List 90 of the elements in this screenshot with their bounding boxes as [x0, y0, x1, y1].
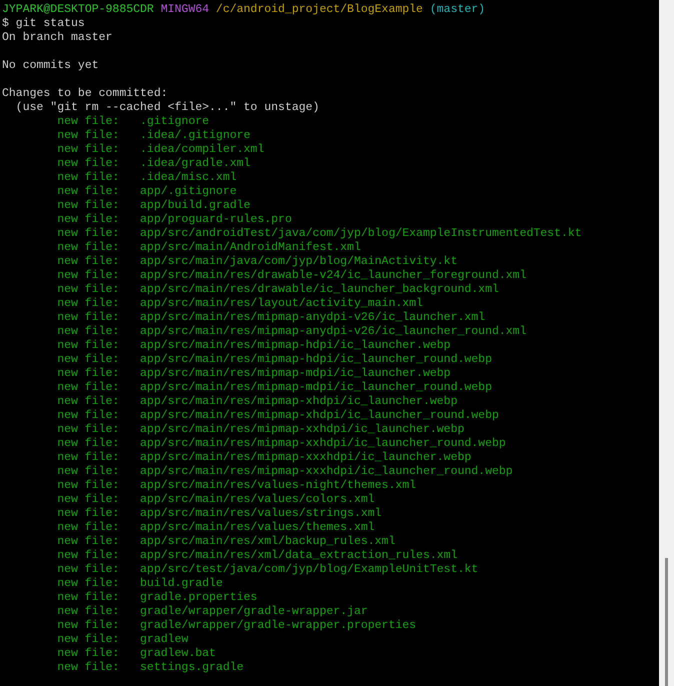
file-path: app/src/main/res/mipmap-hdpi/ic_launcher.webp [140, 339, 451, 353]
file-status: new file: [57, 129, 120, 143]
file-path: app/.gitignore [140, 185, 237, 199]
file-path: app/src/main/res/mipmap-xhdpi/ic_launcher.webp [140, 395, 458, 409]
file-path: app/src/main/res/mipmap-xxhdpi/ic_launcher_round.webp [140, 437, 506, 451]
file-status: new file: [57, 577, 120, 591]
file-path: .idea/.gitignore [140, 129, 250, 143]
file-path: gradle/wrapper/gradle-wrapper.properties [140, 619, 416, 633]
file-status: new file: [57, 115, 120, 129]
file-path: app/src/main/res/mipmap-mdpi/ic_launcher.webp [140, 367, 451, 381]
file-path: app/src/main/res/xml/data_extraction_rules.xml [140, 549, 458, 563]
file-path: app/src/main/res/drawable/ic_launcher_background.xml [140, 283, 499, 297]
file-path: app/src/main/java/com/jyp/blog/MainActivity.kt [140, 255, 458, 269]
file-path: app/src/main/res/values/strings.xml [140, 507, 382, 521]
file-status: new file: [57, 255, 120, 269]
file-status: new file: [57, 507, 120, 521]
file-path: gradle.properties [140, 591, 258, 605]
file-status: new file: [57, 409, 120, 423]
file-status: new file: [57, 283, 120, 297]
file-path: app/src/main/res/values-night/themes.xml [140, 479, 416, 493]
file-path: app/src/main/res/mipmap-xxxhdpi/ic_launcher_round.webp [140, 465, 513, 479]
output-line: Changes to be committed: [2, 87, 168, 101]
file-path: app/src/main/res/mipmap-anydpi-v26/ic_launcher.xml [140, 311, 486, 325]
file-status: new file: [57, 493, 120, 507]
prompt-system: MINGW64 [160, 3, 210, 17]
file-path: app/src/main/res/layout/activity_main.xml [140, 297, 423, 311]
file-path: .idea/compiler.xml [140, 143, 264, 157]
file-status: new file: [57, 549, 120, 563]
file-path: app/src/main/res/mipmap-xxxhdpi/ic_launcher.webp [140, 451, 472, 465]
file-path: app/src/test/java/com/jyp/blog/ExampleUnitTest.kt [140, 563, 478, 577]
file-status: new file: [57, 423, 120, 437]
file-status: new file: [57, 157, 120, 171]
output-line: No commits yet [2, 59, 99, 73]
file-status: new file: [57, 619, 120, 633]
file-path: .idea/misc.xml [140, 171, 237, 185]
file-status: new file: [57, 353, 120, 367]
file-status: new file: [57, 297, 120, 311]
file-status: new file: [57, 311, 120, 325]
file-path: build.gradle [140, 577, 223, 591]
output-line: On branch master [2, 31, 112, 45]
command-line: $ git status [2, 17, 85, 31]
prompt-path: /c/android_project/BlogExample [216, 3, 423, 17]
file-path: app/src/main/res/values/themes.xml [140, 521, 375, 535]
file-status: new file: [57, 605, 120, 619]
file-status: new file: [57, 199, 120, 213]
file-status: new file: [57, 269, 120, 283]
file-status: new file: [57, 143, 120, 157]
file-status: new file: [57, 437, 120, 451]
file-status: new file: [57, 535, 120, 549]
file-path: app/src/main/AndroidManifest.xml [140, 241, 361, 255]
prompt-branch: (master) [430, 3, 486, 17]
file-path: app/src/main/res/mipmap-xhdpi/ic_launcher_round.webp [140, 409, 499, 423]
file-status: new file: [57, 367, 120, 381]
file-path: app/proguard-rules.pro [140, 213, 292, 227]
hint-line: (use "git rm --cached <file>..." to unstage) [16, 101, 320, 115]
scrollbar-thumb[interactable] [665, 558, 668, 686]
file-path: app/src/main/res/mipmap-anydpi-v26/ic_launcher_round.xml [140, 325, 526, 339]
file-status: new file: [57, 171, 120, 185]
file-status: new file: [57, 339, 120, 353]
file-status: new file: [57, 185, 120, 199]
file-status: new file: [57, 213, 120, 227]
file-path: .gitignore [140, 115, 210, 129]
file-status: new file: [57, 227, 120, 241]
file-status: new file: [57, 241, 120, 255]
file-path: app/src/main/res/mipmap-hdpi/ic_launcher_round.webp [140, 353, 492, 367]
file-path: settings.gradle [140, 661, 244, 675]
file-path: app/src/main/res/xml/backup_rules.xml [140, 535, 396, 549]
prompt-user-host: JYPARK@DESKTOP-9885CDR [2, 3, 154, 17]
file-status: new file: [57, 479, 120, 493]
file-path: gradlew.bat [140, 647, 216, 661]
file-status: new file: [57, 563, 120, 577]
file-path: app/build.gradle [140, 199, 250, 213]
file-status: new file: [57, 647, 120, 661]
file-status: new file: [57, 381, 120, 395]
file-status: new file: [57, 465, 120, 479]
file-path: app/src/main/res/mipmap-mdpi/ic_launcher_round.webp [140, 381, 492, 395]
file-path: app/src/androidTest/java/com/jyp/blog/ExampleInstrumentedTest.kt [140, 227, 582, 241]
file-status: new file: [57, 591, 120, 605]
file-path: gradle/wrapper/gradle-wrapper.jar [140, 605, 368, 619]
file-path: app/src/main/res/drawable-v24/ic_launcher_foreground.xml [140, 269, 526, 283]
file-status: new file: [57, 521, 120, 535]
file-status: new file: [57, 661, 120, 675]
file-path: app/src/main/res/mipmap-xxhdpi/ic_launcher.webp [140, 423, 464, 437]
file-status: new file: [57, 451, 120, 465]
file-status: new file: [57, 325, 120, 339]
file-status: new file: [57, 395, 120, 409]
file-path: app/src/main/res/values/colors.xml [140, 493, 375, 507]
file-path: gradlew [140, 633, 188, 647]
file-status: new file: [57, 633, 120, 647]
file-path: .idea/gradle.xml [140, 157, 250, 171]
